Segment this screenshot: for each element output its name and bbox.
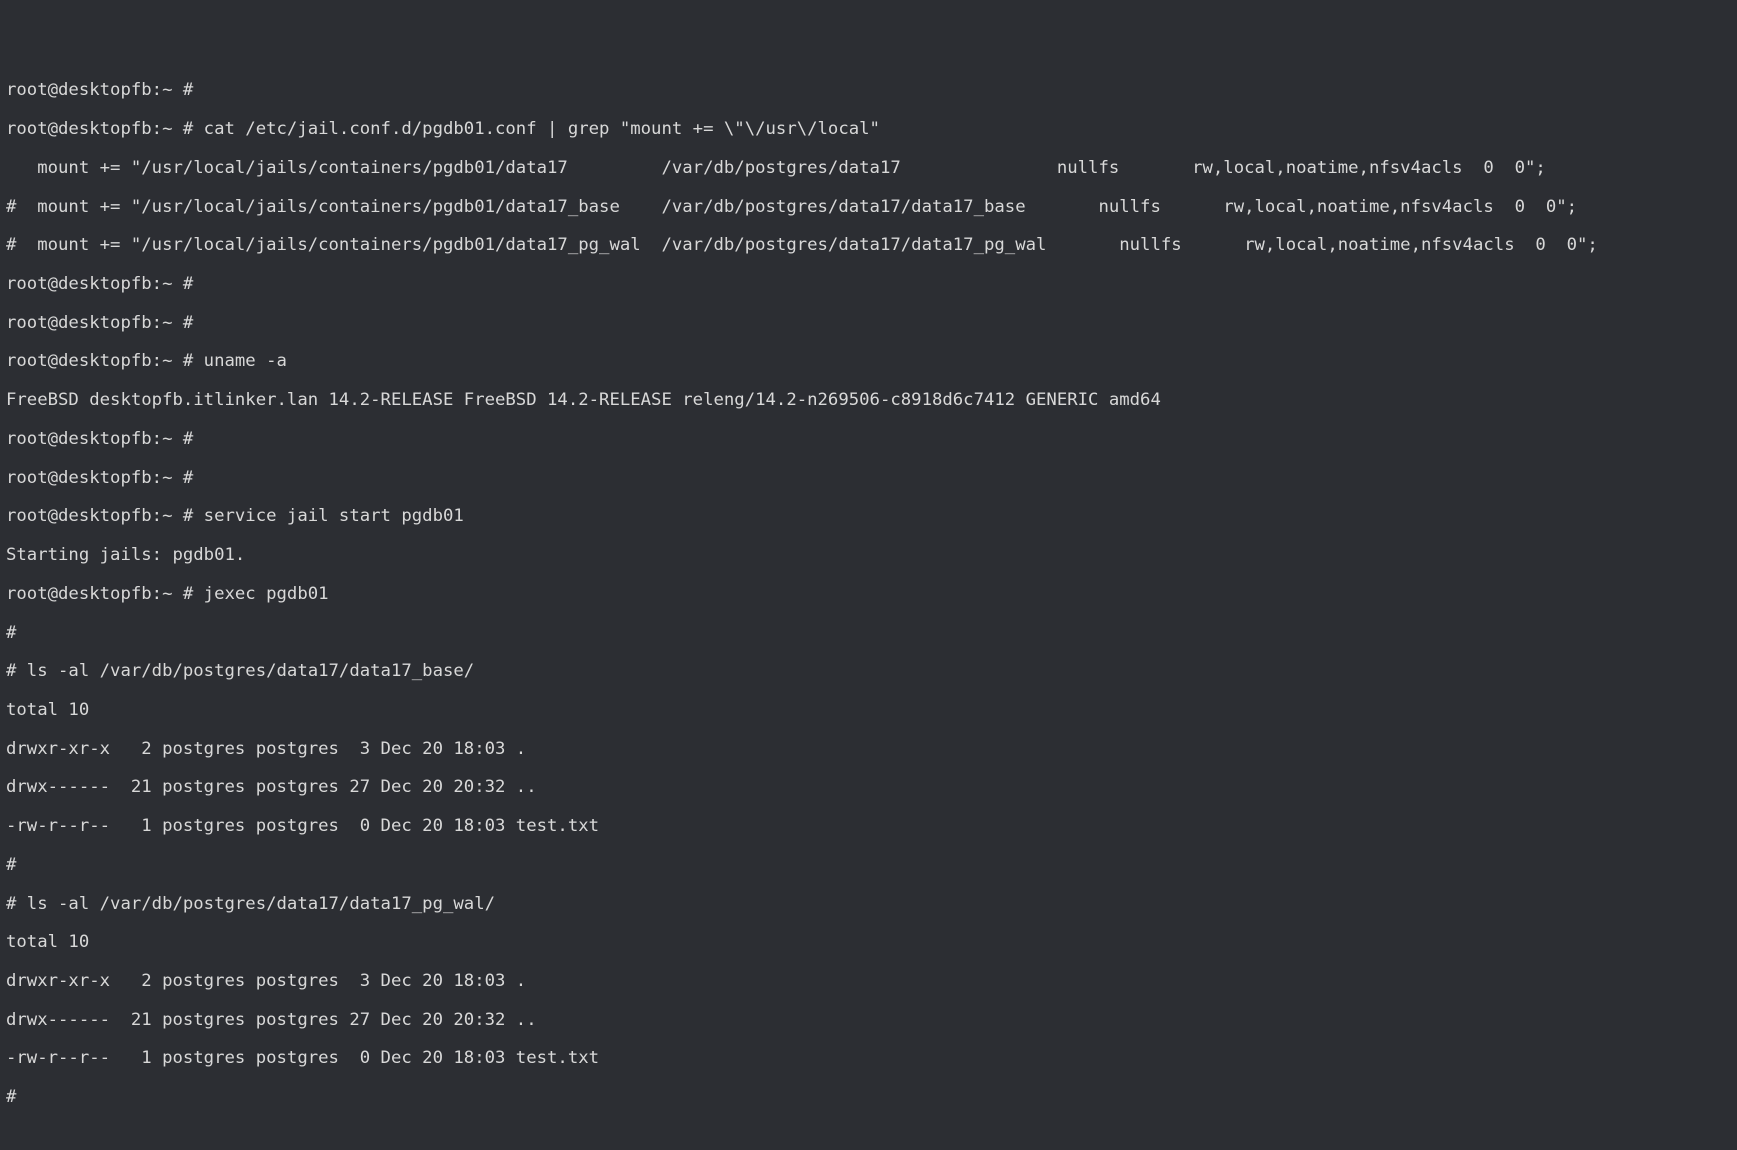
- terminal-line: root@desktopfb:~ #: [6, 81, 1731, 100]
- terminal-line: root@desktopfb:~ # service jail start pg…: [6, 507, 1731, 526]
- terminal-line: FreeBSD desktopfb.itlinker.lan 14.2-RELE…: [6, 391, 1731, 410]
- terminal-line: #: [6, 856, 1731, 875]
- terminal-line: -rw-r--r-- 1 postgres postgres 0 Dec 20 …: [6, 817, 1731, 836]
- terminal-line: root@desktopfb:~ #: [6, 275, 1731, 294]
- terminal-line: # ls -al /var/db/postgres/data17/data17_…: [6, 662, 1731, 681]
- terminal-line: drwxr-xr-x 2 postgres postgres 3 Dec 20 …: [6, 972, 1731, 991]
- terminal-line: total 10: [6, 701, 1731, 720]
- terminal-line: mount += "/usr/local/jails/containers/pg…: [6, 159, 1731, 178]
- terminal-line: -rw-r--r-- 1 postgres postgres 0 Dec 20 …: [6, 1049, 1731, 1068]
- terminal-line: root@desktopfb:~ # uname -a: [6, 352, 1731, 371]
- terminal-line: drwx------ 21 postgres postgres 27 Dec 2…: [6, 778, 1731, 797]
- terminal-line: # mount += "/usr/local/jails/containers/…: [6, 198, 1731, 217]
- terminal-line: drwx------ 21 postgres postgres 27 Dec 2…: [6, 1011, 1731, 1030]
- terminal-line: root@desktopfb:~ #: [6, 430, 1731, 449]
- terminal-line: # ls -al /var/db/postgres/data17/data17_…: [6, 895, 1731, 914]
- terminal-line: total 10: [6, 933, 1731, 952]
- terminal-line: # mount += "/usr/local/jails/containers/…: [6, 236, 1731, 255]
- terminal-line: drwxr-xr-x 2 postgres postgres 3 Dec 20 …: [6, 740, 1731, 759]
- terminal-line: #: [6, 624, 1731, 643]
- terminal-line: root@desktopfb:~ #: [6, 314, 1731, 333]
- terminal-line: root@desktopfb:~ # cat /etc/jail.conf.d/…: [6, 120, 1731, 139]
- terminal-line: root@desktopfb:~ # jexec pgdb01: [6, 585, 1731, 604]
- terminal-line: root@desktopfb:~ #: [6, 469, 1731, 488]
- terminal-line: #: [6, 1088, 1731, 1107]
- terminal-line: Starting jails: pgdb01.: [6, 546, 1731, 565]
